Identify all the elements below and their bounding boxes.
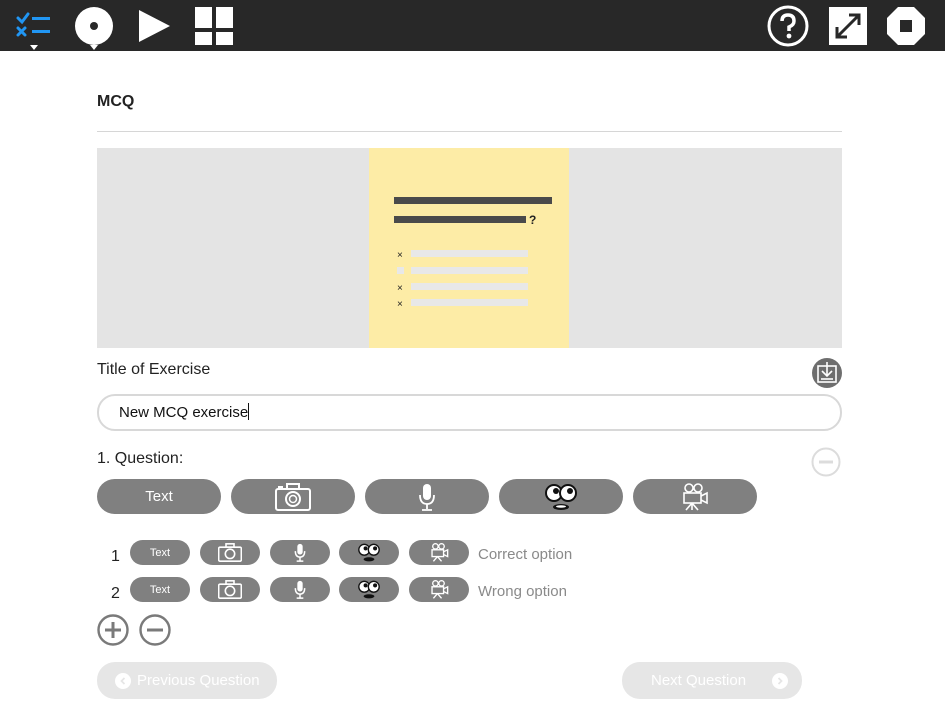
fullscreen-icon xyxy=(829,6,867,45)
layout-button[interactable] xyxy=(193,0,235,51)
help-icon xyxy=(767,5,809,46)
option-photo-button[interactable] xyxy=(200,540,260,565)
exercise-preview: ? × × × xyxy=(97,148,842,348)
svg-text:?: ? xyxy=(529,213,536,227)
video-camera-icon xyxy=(683,482,708,511)
question-video-button[interactable] xyxy=(633,479,757,514)
question-emoji-button[interactable] xyxy=(499,479,623,514)
question-audio-button[interactable] xyxy=(365,479,489,514)
remove-option-button[interactable] xyxy=(139,614,171,646)
exercise-list-icon xyxy=(16,12,50,36)
chevron-left-icon xyxy=(115,672,131,689)
video-camera-icon xyxy=(430,580,448,599)
add-option-button[interactable] xyxy=(97,614,129,646)
option-emoji-button[interactable] xyxy=(339,577,399,602)
layout-grid-icon xyxy=(195,6,233,45)
microphone-icon xyxy=(294,543,306,562)
option-text-button[interactable]: Text xyxy=(130,577,190,602)
camera-icon xyxy=(275,482,311,511)
camera-icon xyxy=(218,580,242,599)
option-emoji-button[interactable] xyxy=(339,540,399,565)
option-audio-button[interactable] xyxy=(270,577,330,602)
option-text-button[interactable]: Text xyxy=(130,540,190,565)
option-audio-button[interactable] xyxy=(270,540,330,565)
microphone-icon xyxy=(294,580,306,599)
svg-text:×: × xyxy=(397,283,403,294)
option-number: 1 xyxy=(111,548,120,565)
remove-question-button[interactable] xyxy=(811,447,841,477)
chevron-right-icon xyxy=(772,672,789,689)
play-button[interactable] xyxy=(134,0,174,51)
eyes-face-icon xyxy=(358,580,380,599)
mcq-illustration-icon: ? × × × xyxy=(394,197,552,310)
play-icon xyxy=(139,9,170,42)
mcq-illustration: ? × × × xyxy=(369,148,569,348)
video-camera-icon xyxy=(430,543,448,562)
top-toolbar xyxy=(0,0,945,51)
exercise-list-button[interactable] xyxy=(12,0,56,51)
next-question-button[interactable]: Next Question xyxy=(622,662,802,699)
minus-circle-icon xyxy=(139,614,171,646)
record-button[interactable] xyxy=(72,0,116,51)
option-number: 2 xyxy=(111,585,120,602)
chevron-down-icon xyxy=(90,45,98,50)
option-label[interactable]: Wrong option xyxy=(478,583,567,600)
camera-icon xyxy=(218,543,242,562)
question-text-button[interactable]: Text xyxy=(97,479,221,514)
help-button[interactable] xyxy=(766,0,810,51)
question-label: 1. Question: xyxy=(97,450,184,467)
eyes-face-icon xyxy=(358,543,380,562)
stop-button[interactable] xyxy=(885,0,927,51)
title-input[interactable] xyxy=(97,394,842,431)
chevron-down-icon xyxy=(30,45,38,50)
title-label: Title of Exercise xyxy=(97,361,211,378)
microphone-icon xyxy=(419,483,435,511)
record-icon xyxy=(75,6,113,45)
divider xyxy=(97,131,842,132)
fullscreen-button[interactable] xyxy=(827,0,869,51)
page-title: MCQ xyxy=(97,93,135,110)
option-video-button[interactable] xyxy=(409,577,469,602)
option-video-button[interactable] xyxy=(409,540,469,565)
minus-circle-icon xyxy=(811,447,841,477)
stop-icon xyxy=(887,6,925,45)
option-label[interactable]: Correct option xyxy=(478,546,572,563)
download-icon xyxy=(817,362,837,383)
previous-question-label: Previous Question xyxy=(137,672,260,689)
question-photo-button[interactable] xyxy=(231,479,355,514)
next-question-label: Next Question xyxy=(651,672,747,689)
svg-text:×: × xyxy=(397,299,403,310)
previous-question-button[interactable]: Previous Question xyxy=(97,662,277,699)
svg-text:×: × xyxy=(397,250,403,261)
download-button[interactable] xyxy=(812,358,842,388)
plus-circle-icon xyxy=(97,614,129,646)
option-photo-button[interactable] xyxy=(200,577,260,602)
eyes-face-icon xyxy=(545,483,577,510)
text-cursor xyxy=(248,403,249,420)
